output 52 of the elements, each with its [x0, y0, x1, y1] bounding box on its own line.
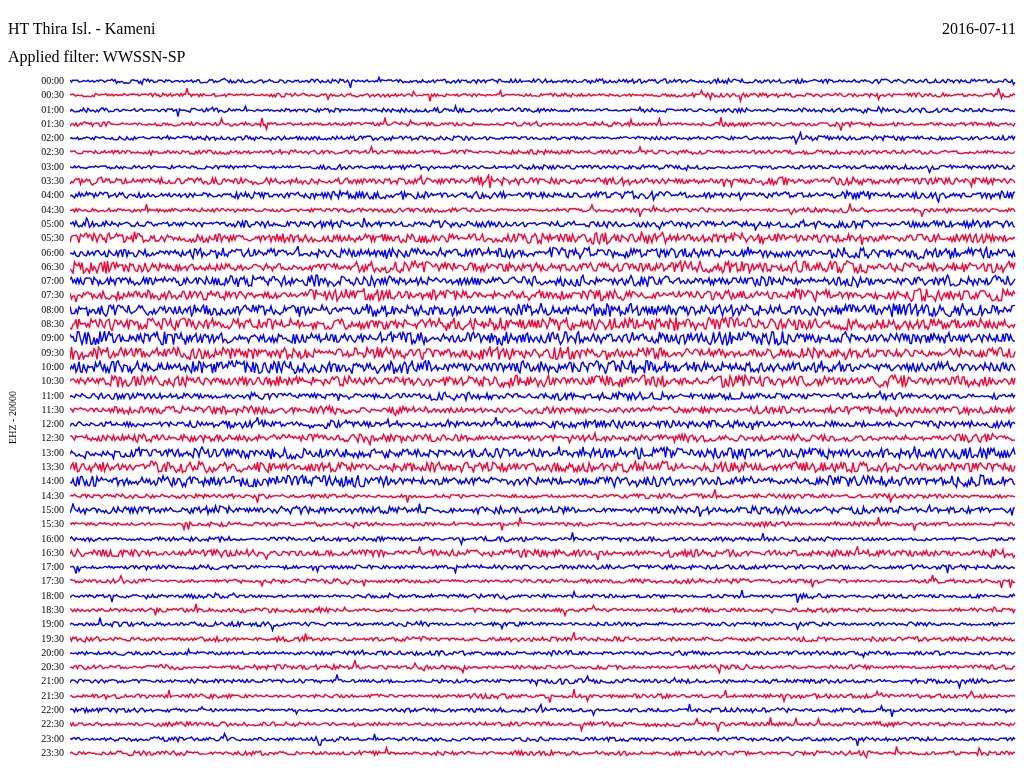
time-label: 02:00 — [40, 131, 65, 146]
time-label: 05:30 — [40, 231, 65, 246]
time-label: 07:00 — [40, 274, 65, 289]
time-label: 13:00 — [40, 445, 65, 460]
time-label: 10:00 — [40, 359, 65, 374]
time-label: 04:30 — [40, 202, 65, 217]
time-label: 20:30 — [40, 660, 65, 675]
time-label: 12:00 — [40, 417, 65, 432]
time-label: 23:30 — [40, 745, 65, 760]
time-label: 17:00 — [40, 560, 65, 575]
time-label: 10:30 — [40, 374, 65, 389]
time-label: 14:30 — [40, 488, 65, 503]
time-label: 18:00 — [40, 588, 65, 603]
time-label: 01:00 — [40, 102, 65, 117]
time-label: 08:00 — [40, 302, 65, 317]
time-label: 22:00 — [40, 703, 65, 718]
time-label: 00:30 — [40, 88, 65, 103]
time-label: 11:00 — [40, 388, 65, 403]
time-label: 06:30 — [40, 259, 65, 274]
time-label: 09:30 — [40, 345, 65, 360]
time-label: 00:00 — [40, 74, 65, 88]
time-label: 15:00 — [40, 502, 65, 517]
time-label: 16:30 — [40, 545, 65, 560]
time-label: 20:00 — [40, 645, 65, 660]
time-label: 21:00 — [40, 674, 65, 689]
time-label: 03:30 — [40, 174, 65, 189]
time-label: 22:30 — [40, 717, 65, 732]
time-label: 04:00 — [40, 188, 65, 203]
time-label: 21:30 — [40, 688, 65, 703]
time-label: 19:30 — [40, 631, 65, 646]
time-label: 07:30 — [40, 288, 65, 303]
time-label: 09:00 — [40, 331, 65, 346]
station-title: HT Thira Isl. - Kameni — [8, 20, 156, 38]
filter-label: Applied filter: WWSSN-SP — [8, 48, 186, 65]
time-label: 15:30 — [40, 517, 65, 532]
time-label: 11:30 — [40, 402, 65, 417]
date-label: 2016-07-11 — [941, 20, 1016, 38]
time-label: 18:30 — [40, 603, 65, 617]
time-label: 12:30 — [40, 431, 65, 446]
time-label: 23:00 — [40, 731, 65, 746]
time-label: 01:30 — [40, 116, 65, 131]
time-label: 03:00 — [40, 159, 65, 174]
channel-label: EHZ - 20000 — [6, 390, 18, 444]
time-label: 17:30 — [40, 574, 65, 589]
time-label: 14:00 — [40, 474, 65, 489]
time-label: 13:30 — [40, 460, 65, 474]
time-label: 06:00 — [40, 245, 65, 260]
time-label: 19:00 — [40, 617, 65, 632]
time-label: 02:30 — [40, 145, 65, 160]
time-label: 05:00 — [40, 216, 65, 231]
time-label: 16:00 — [40, 531, 65, 546]
time-label: 08:30 — [40, 317, 65, 332]
